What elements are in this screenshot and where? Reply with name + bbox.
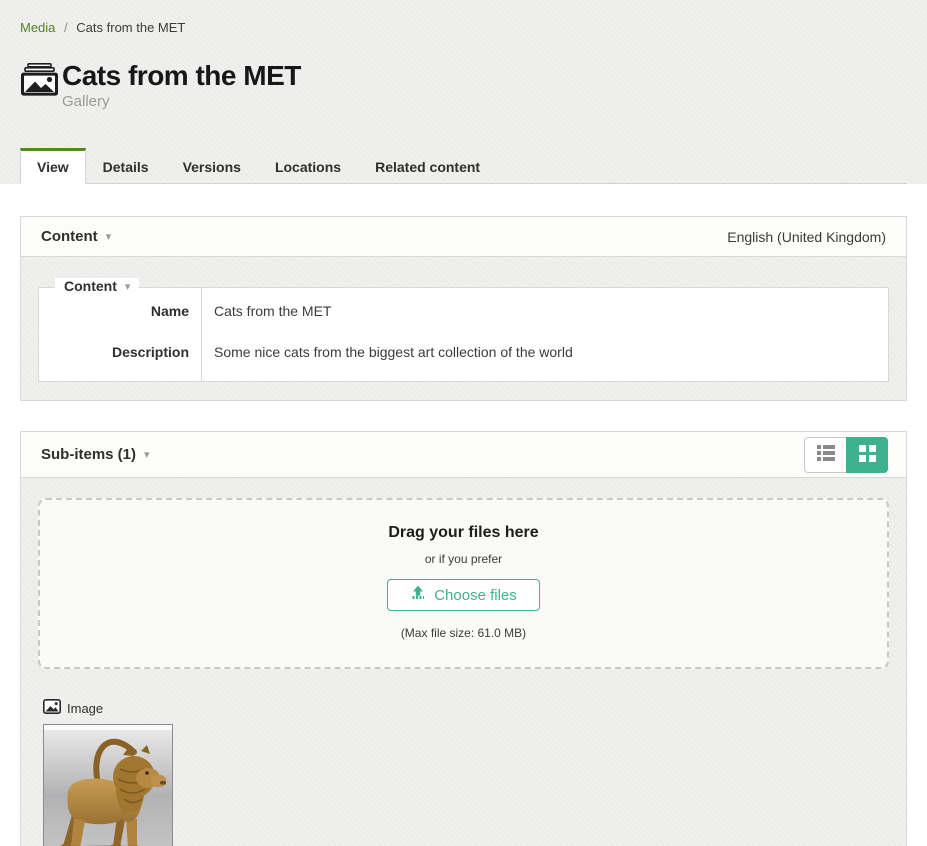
content-panel-header: Content ▾ English (United Kingdom) (21, 217, 906, 257)
content-type-label: Gallery (62, 93, 301, 110)
subitems-panel-title: Sub-items (1) (41, 446, 136, 463)
view-toggle-group (804, 437, 888, 473)
dropzone-subtitle: or if you prefer (60, 552, 867, 566)
max-file-size-note: (Max file size: 61.0 MB) (60, 626, 867, 640)
tab-view[interactable]: View (20, 148, 86, 184)
choose-files-button[interactable]: Choose files (387, 579, 540, 611)
tab-related-content[interactable]: Related content (358, 148, 497, 184)
page-header: Media / Cats from the MET Cats from the … (0, 0, 927, 184)
image-icon (43, 699, 61, 717)
subitem-type-row: Image (43, 699, 889, 717)
content-panel: Content ▾ English (United Kingdom) Conte… (20, 216, 907, 401)
page-title: Cats from the MET (62, 61, 301, 91)
content-panel-title: Content (41, 228, 98, 245)
subitems-panel-header: Sub-items (1) ▾ (21, 432, 906, 478)
fieldset-legend: Content (64, 278, 117, 294)
title-bar: Cats from the MET Gallery (20, 61, 907, 110)
fieldset-legend-toggle[interactable]: Content ▾ (55, 278, 139, 294)
tab-locations[interactable]: Locations (258, 148, 358, 184)
breadcrumb-separator: / (64, 20, 68, 35)
field-value-name: Cats from the MET (202, 288, 331, 332)
tab-details[interactable]: Details (86, 148, 166, 184)
tab-bar: View Details Versions Locations Related … (20, 148, 907, 184)
field-row-description: Description Some nice cats from the bigg… (39, 332, 888, 381)
breadcrumb: Media / Cats from the MET (20, 0, 907, 35)
grid-view-icon (859, 445, 876, 465)
content-panel-toggle[interactable]: Content ▾ (41, 228, 111, 245)
subitems-panel: Sub-items (1) ▾ (20, 431, 907, 846)
file-dropzone[interactable]: Drag your files here or if you prefer Ch… (38, 498, 889, 669)
lion-sculpture-image (44, 725, 172, 846)
subitems-panel-body: Drag your files here or if you prefer Ch… (21, 478, 906, 846)
dropzone-title: Drag your files here (60, 524, 867, 542)
caret-down-icon: ▾ (106, 230, 112, 243)
gallery-icon (20, 63, 60, 97)
subitems-panel-toggle[interactable]: Sub-items (1) ▾ (41, 446, 150, 463)
content-panel-body: Content ▾ Name Cats from the MET Descrip… (21, 257, 906, 400)
main-content: Content ▾ English (United Kingdom) Conte… (0, 184, 927, 846)
upload-icon (410, 585, 426, 605)
breadcrumb-media-link[interactable]: Media (20, 20, 55, 35)
field-row-name: Name Cats from the MET (39, 288, 888, 332)
choose-files-label: Choose files (434, 587, 517, 604)
grid-view-button[interactable] (846, 437, 888, 473)
list-view-button[interactable] (804, 437, 846, 473)
content-fieldset: Content ▾ Name Cats from the MET Descrip… (38, 287, 889, 382)
field-label-description: Description (39, 332, 202, 381)
subitem-thumbnail[interactable] (43, 724, 173, 846)
tab-versions[interactable]: Versions (166, 148, 258, 184)
language-label: English (United Kingdom) (727, 229, 886, 245)
caret-down-icon: ▾ (125, 280, 131, 293)
subitem-type-label: Image (67, 701, 103, 716)
caret-down-icon: ▾ (144, 448, 150, 461)
field-label-name: Name (39, 288, 202, 332)
breadcrumb-current: Cats from the MET (76, 20, 185, 35)
list-view-icon (817, 445, 835, 464)
field-value-description: Some nice cats from the biggest art coll… (202, 332, 573, 381)
